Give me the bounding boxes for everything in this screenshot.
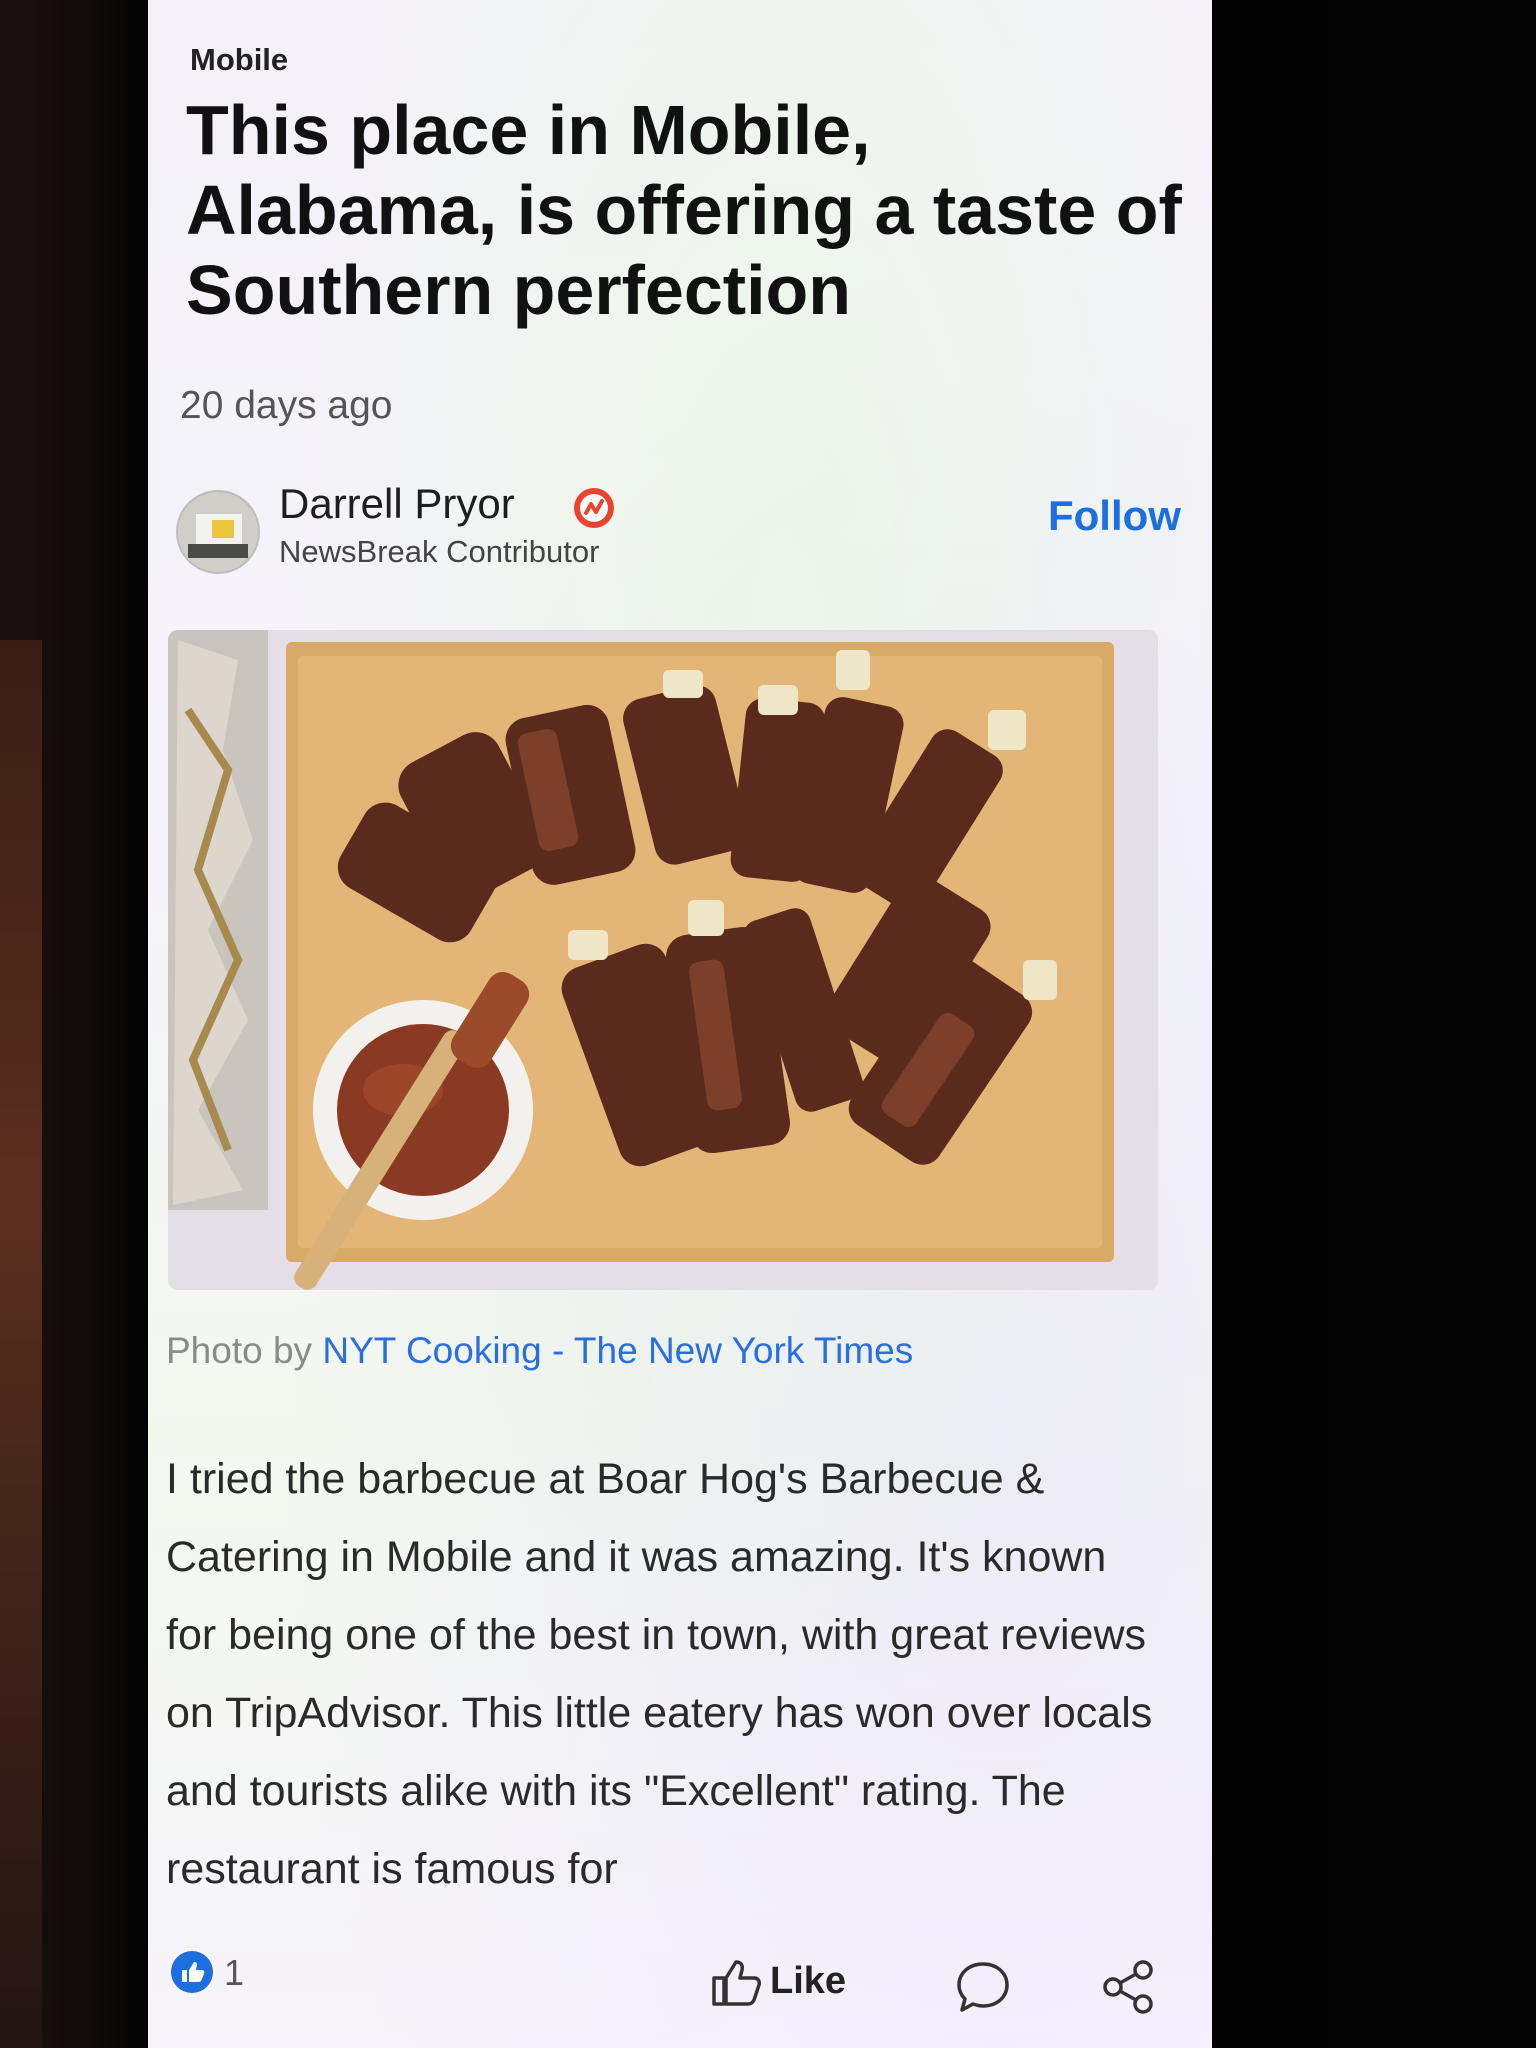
photo-credit: Photo by NYT Cooking - The New York Time… — [166, 1330, 913, 1372]
article-category[interactable]: Mobile — [190, 42, 288, 78]
thumbs-up-count-icon — [171, 1951, 213, 1993]
like-label: Like — [770, 1960, 847, 2002]
action-bar: 1 Like — [148, 1940, 1212, 2048]
author-row: Darrell Pryor NewsBreak Contributor Foll… — [176, 478, 1181, 588]
comment-bubble-icon — [957, 1962, 1009, 2012]
article-headline: This place in Mobile, Alabama, is offeri… — [186, 91, 1182, 329]
author-role: NewsBreak Contributor — [279, 534, 600, 569]
article-photo[interactable] — [168, 630, 1158, 1290]
follow-button[interactable]: Follow — [1048, 492, 1181, 540]
article-body: I tried the barbecue at Boar Hog's Barbe… — [166, 1455, 1153, 1893]
background-edge — [0, 640, 42, 2048]
comment-button[interactable] — [954, 1958, 1012, 2016]
article-timestamp: 20 days ago — [180, 384, 393, 427]
author-name[interactable]: Darrell Pryor — [279, 480, 515, 528]
share-icon — [1103, 1960, 1153, 2014]
thumbs-up-icon — [712, 1960, 761, 2006]
share-button[interactable] — [1100, 1958, 1158, 2016]
photo-credit-prefix: Photo by — [166, 1330, 313, 1371]
newsbreak-badge-icon — [574, 488, 614, 528]
article-screen: Mobile This place in Mobile, Alabama, is… — [148, 0, 1212, 2048]
like-count: 1 — [224, 1952, 245, 1993]
photo-source-link[interactable]: NYT Cooking - The New York Times — [322, 1330, 913, 1371]
author-avatar[interactable] — [176, 490, 260, 574]
